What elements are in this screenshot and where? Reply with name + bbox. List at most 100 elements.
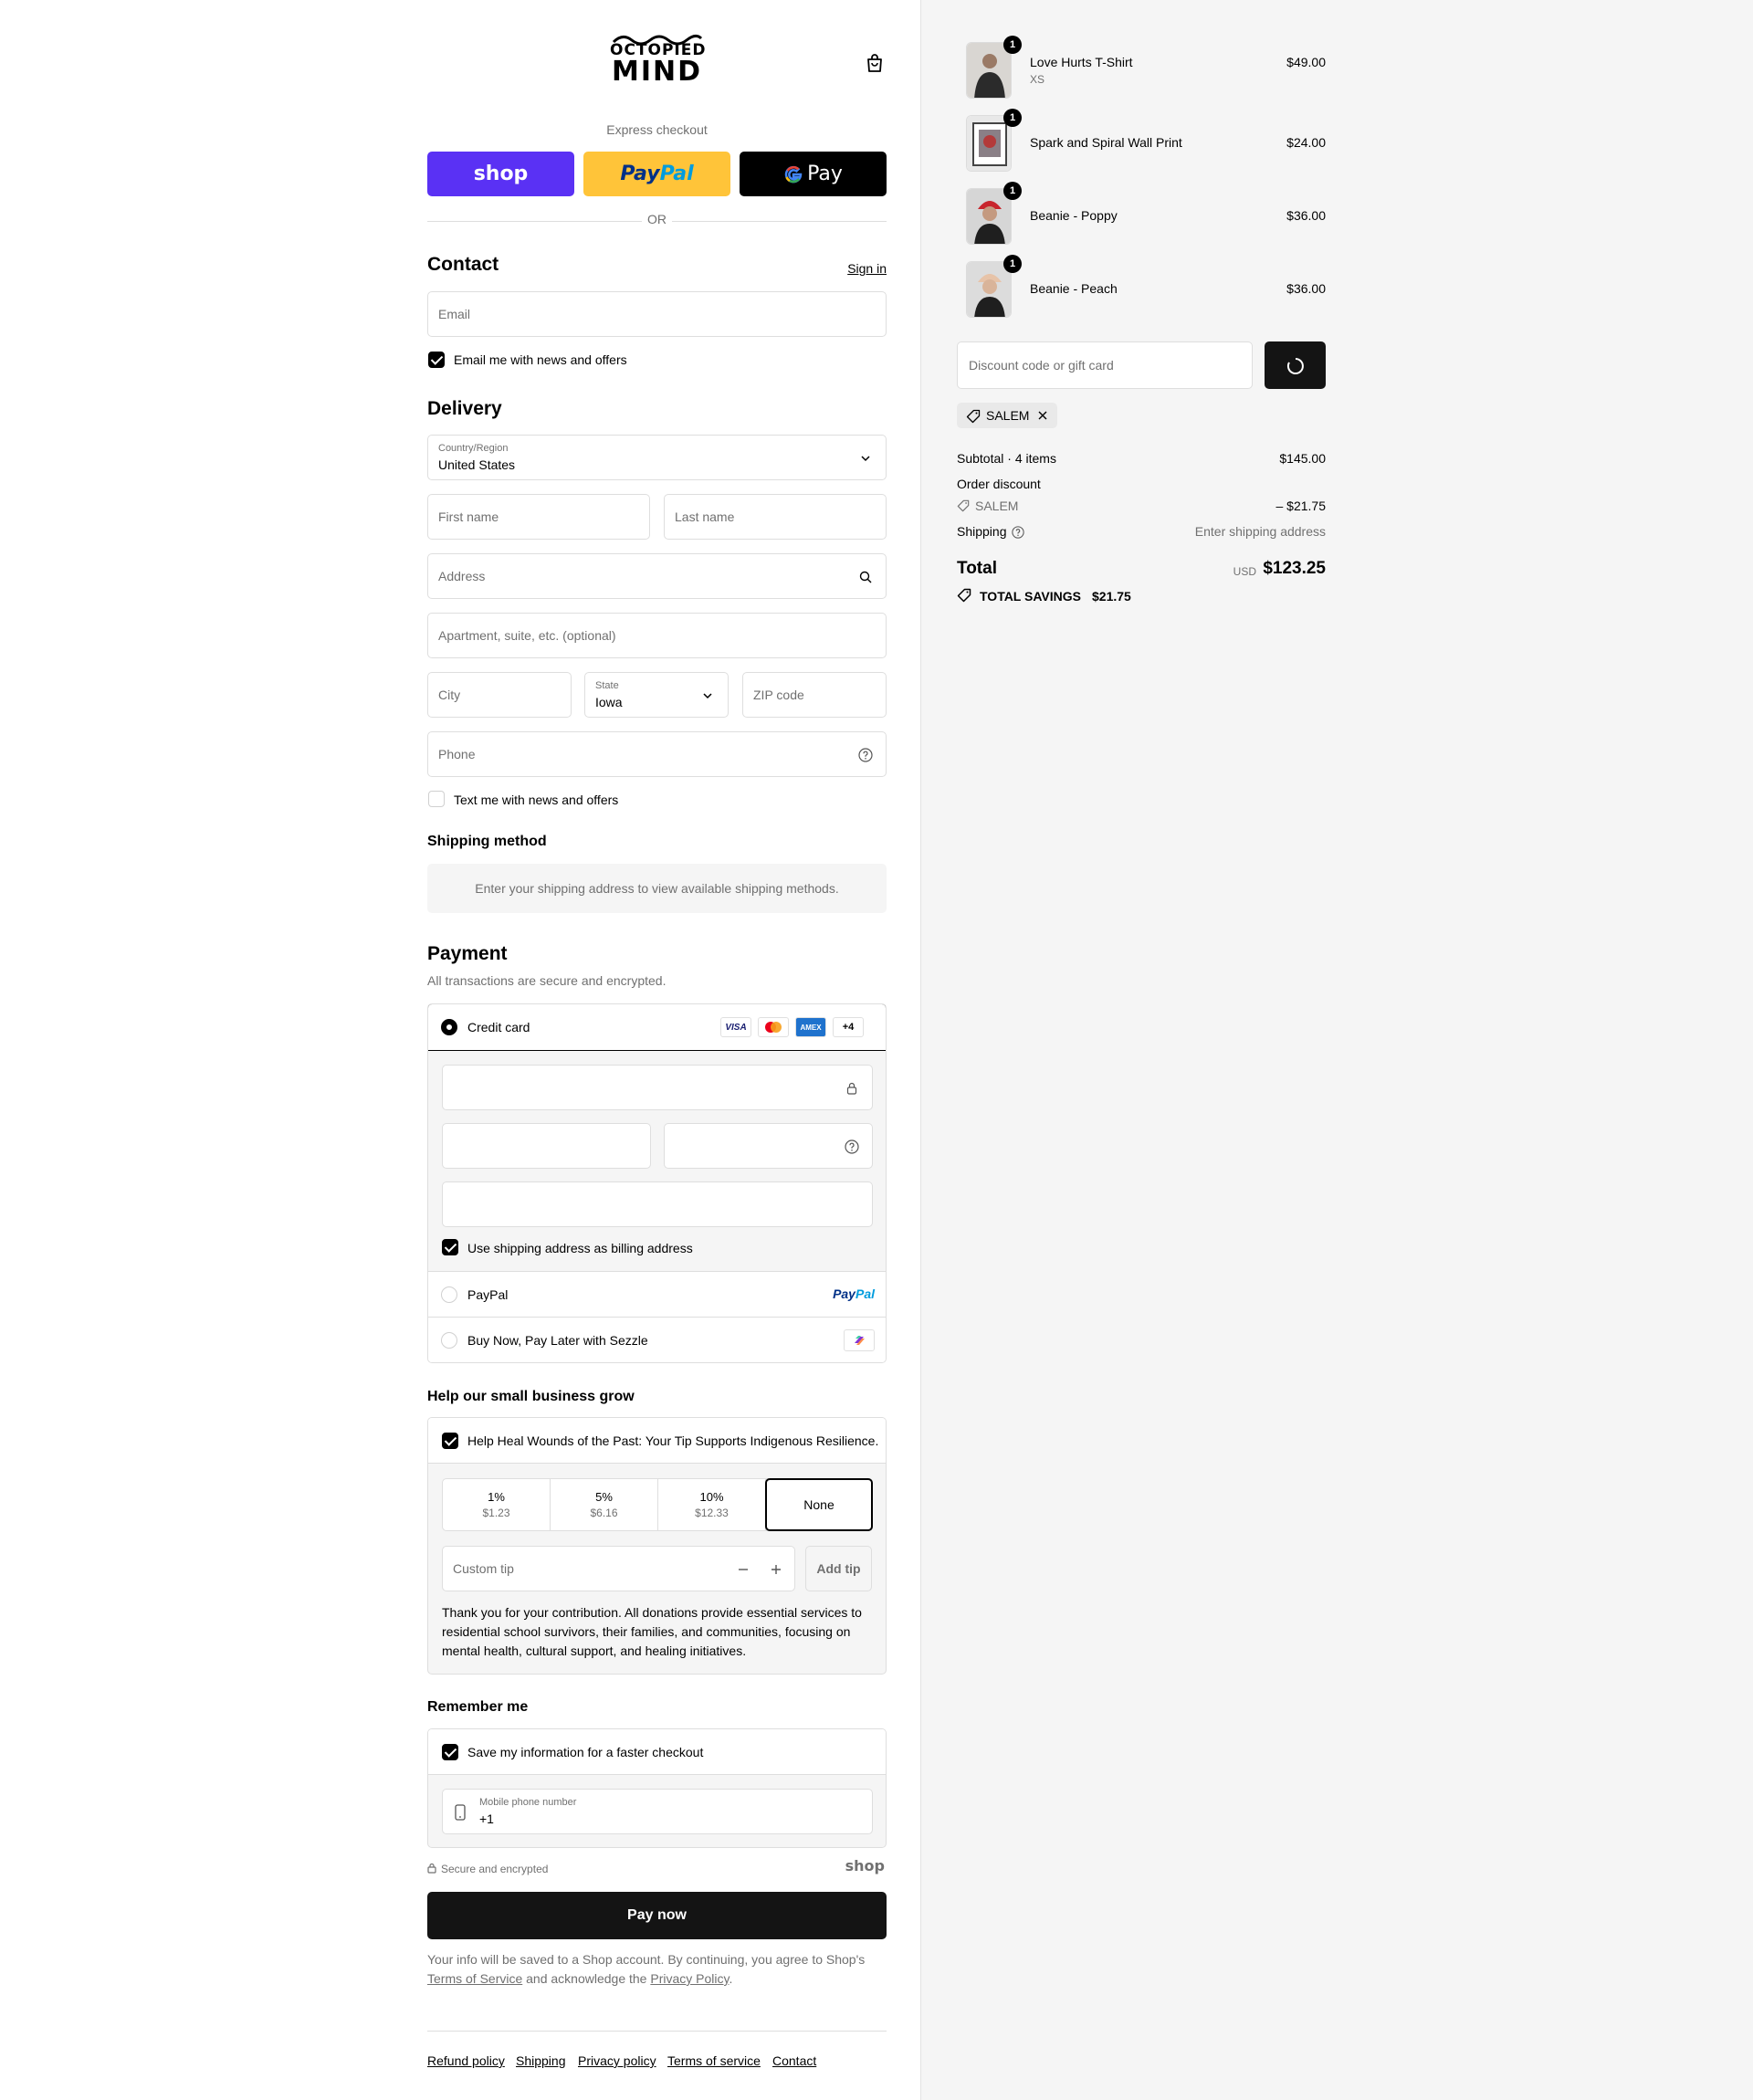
- privacy-policy-link[interactable]: Privacy Policy: [650, 1971, 729, 1986]
- credit-card-radio[interactable]: [441, 1019, 457, 1035]
- tip-none-label: None: [803, 1497, 835, 1512]
- billing-address-label: Use shipping address as billing address: [467, 1241, 693, 1255]
- tip-option-1[interactable]: 1% $1.23: [443, 1479, 551, 1530]
- pay-now-button[interactable]: Pay now: [427, 1892, 887, 1939]
- footer-links: Refund policy Shipping Privacy policy Te…: [427, 2031, 887, 2068]
- custom-tip-placeholder: Custom tip: [453, 1561, 514, 1576]
- text-news-checkbox[interactable]: [428, 791, 445, 807]
- paypal-option[interactable]: PayPal PayPal: [428, 1271, 886, 1317]
- paypal-logo-1: Pay: [833, 1286, 856, 1301]
- text-news-label: Text me with news and offers: [454, 793, 619, 807]
- close-icon[interactable]: [1037, 410, 1048, 421]
- phone-field[interactable]: Phone: [427, 731, 887, 777]
- minus-icon[interactable]: [736, 1562, 751, 1577]
- item-name: Beanie - Peach: [1030, 281, 1118, 296]
- help-icon[interactable]: [845, 1139, 859, 1154]
- email-news-checkbox[interactable]: [428, 352, 445, 368]
- paypal-express-button[interactable]: Pay Pal: [583, 152, 730, 196]
- mobile-phone-field[interactable]: Mobile phone number +1: [442, 1789, 873, 1834]
- sezzle-logo-icon: [844, 1329, 875, 1351]
- savings-tag-icon: [957, 588, 971, 603]
- shipping-label: Shipping: [957, 524, 1007, 539]
- lock-icon: [427, 1863, 436, 1874]
- mastercard-icon: [758, 1017, 789, 1037]
- quantity-badge: 1: [1003, 182, 1022, 200]
- city-field[interactable]: City: [427, 672, 572, 718]
- mobile-phone-icon: [455, 1804, 466, 1821]
- last-name-field[interactable]: Last name: [664, 494, 887, 540]
- shipping-policy-link[interactable]: Shipping: [516, 2053, 566, 2068]
- tip-checkbox[interactable]: [442, 1433, 458, 1449]
- tip-pct: 10%: [699, 1490, 724, 1504]
- contact-heading: Contact: [427, 254, 499, 275]
- tip-toggle[interactable]: Help Heal Wounds of the Past: Your Tip S…: [428, 1418, 886, 1464]
- country-select[interactable]: Country/Region United States: [427, 435, 887, 480]
- item-name: Beanie - Poppy: [1030, 208, 1118, 223]
- tip-pct: 1%: [488, 1490, 505, 1504]
- paypal-radio[interactable]: [441, 1286, 457, 1303]
- contact-link[interactable]: Contact: [772, 2053, 816, 2068]
- cart-item: 1 Spark and Spiral Wall Print $24.00: [957, 109, 1326, 173]
- expiration-field[interactable]: [442, 1123, 651, 1169]
- shopping-bag-icon[interactable]: [866, 53, 884, 73]
- mobile-phone-value: +1: [479, 1811, 494, 1826]
- security-code-field[interactable]: [664, 1123, 873, 1169]
- shop-pay-button[interactable]: shop: [427, 152, 574, 196]
- billing-address-checkbox[interactable]: [442, 1239, 458, 1255]
- save-info-toggle[interactable]: Save my information for a faster checkou…: [428, 1729, 886, 1775]
- item-name: Spark and Spiral Wall Print: [1030, 135, 1182, 150]
- legal-text-2: and acknowledge the: [522, 1971, 651, 1986]
- state-select[interactable]: State Iowa: [584, 672, 729, 718]
- visa-icon: VISA: [720, 1017, 751, 1037]
- country-label: Country/Region: [438, 443, 509, 454]
- quantity-badge: 1: [1003, 109, 1022, 127]
- terms-of-service-footer-link[interactable]: Terms of service: [667, 2053, 761, 2068]
- apply-discount-button[interactable]: [1265, 341, 1326, 389]
- zip-field[interactable]: ZIP code: [742, 672, 887, 718]
- google-pay-button[interactable]: Pay: [740, 152, 887, 196]
- sezzle-option-label: Buy Now, Pay Later with Sezzle: [467, 1333, 648, 1348]
- gpay-label: Pay: [807, 163, 843, 185]
- email-placeholder: Email: [438, 307, 471, 321]
- sezzle-radio[interactable]: [441, 1332, 457, 1349]
- shop-pay-label: shop: [473, 163, 529, 185]
- item-name: Love Hurts T-Shirt: [1030, 55, 1133, 69]
- tip-section: Help Heal Wounds of the Past: Your Tip S…: [427, 1417, 887, 1675]
- amex-icon: AMEX: [795, 1017, 826, 1037]
- legal-text: Your info will be saved to a Shop accoun…: [427, 1950, 887, 1989]
- credit-card-label: Credit card: [467, 1020, 530, 1034]
- terms-of-service-link[interactable]: Terms of Service: [427, 1971, 522, 1986]
- save-info-checkbox[interactable]: [442, 1744, 458, 1760]
- logo-line2: MIND: [611, 56, 703, 88]
- first-name-field[interactable]: First name: [427, 494, 650, 540]
- sezzle-option[interactable]: Buy Now, Pay Later with Sezzle: [428, 1317, 886, 1362]
- paypal-label-1: Pay: [620, 163, 660, 185]
- tip-option-10[interactable]: 10% $12.33: [658, 1479, 766, 1530]
- mobile-phone-label: Mobile phone number: [479, 1797, 577, 1808]
- remember-me-heading: Remember me: [427, 1699, 529, 1715]
- logo-wave-icon: [612, 34, 703, 46]
- currency-label: USD: [1233, 565, 1256, 578]
- sign-in-link[interactable]: Sign in: [847, 261, 887, 276]
- order-discount-label: Order discount: [957, 477, 1041, 491]
- credit-card-option[interactable]: Credit card VISA AMEX +4: [428, 1004, 886, 1051]
- discount-code-label: SALEM: [975, 499, 1019, 513]
- name-on-card-field[interactable]: [442, 1181, 873, 1227]
- privacy-policy-footer-link[interactable]: Privacy policy: [578, 2053, 656, 2068]
- add-tip-button[interactable]: Add tip: [805, 1546, 872, 1591]
- brand-logo[interactable]: OCTOPIED MIND: [610, 33, 705, 89]
- custom-tip-field[interactable]: Custom tip: [442, 1546, 795, 1591]
- apartment-field[interactable]: Apartment, suite, etc. (optional): [427, 613, 887, 658]
- discount-code-field[interactable]: Discount code or gift card: [957, 341, 1253, 389]
- tip-option-5[interactable]: 5% $6.16: [551, 1479, 658, 1530]
- refund-policy-link[interactable]: Refund policy: [427, 2053, 505, 2068]
- paypal-logo: PayPal: [833, 1286, 875, 1301]
- card-number-field[interactable]: [442, 1065, 873, 1110]
- email-field[interactable]: Email: [427, 291, 887, 337]
- address-field[interactable]: Address: [427, 553, 887, 599]
- tip-option-none[interactable]: None: [765, 1478, 873, 1531]
- plus-icon[interactable]: [769, 1562, 783, 1577]
- express-checkout-title: Express checkout: [606, 122, 708, 137]
- help-icon[interactable]: [858, 748, 873, 762]
- help-icon[interactable]: [1012, 526, 1024, 539]
